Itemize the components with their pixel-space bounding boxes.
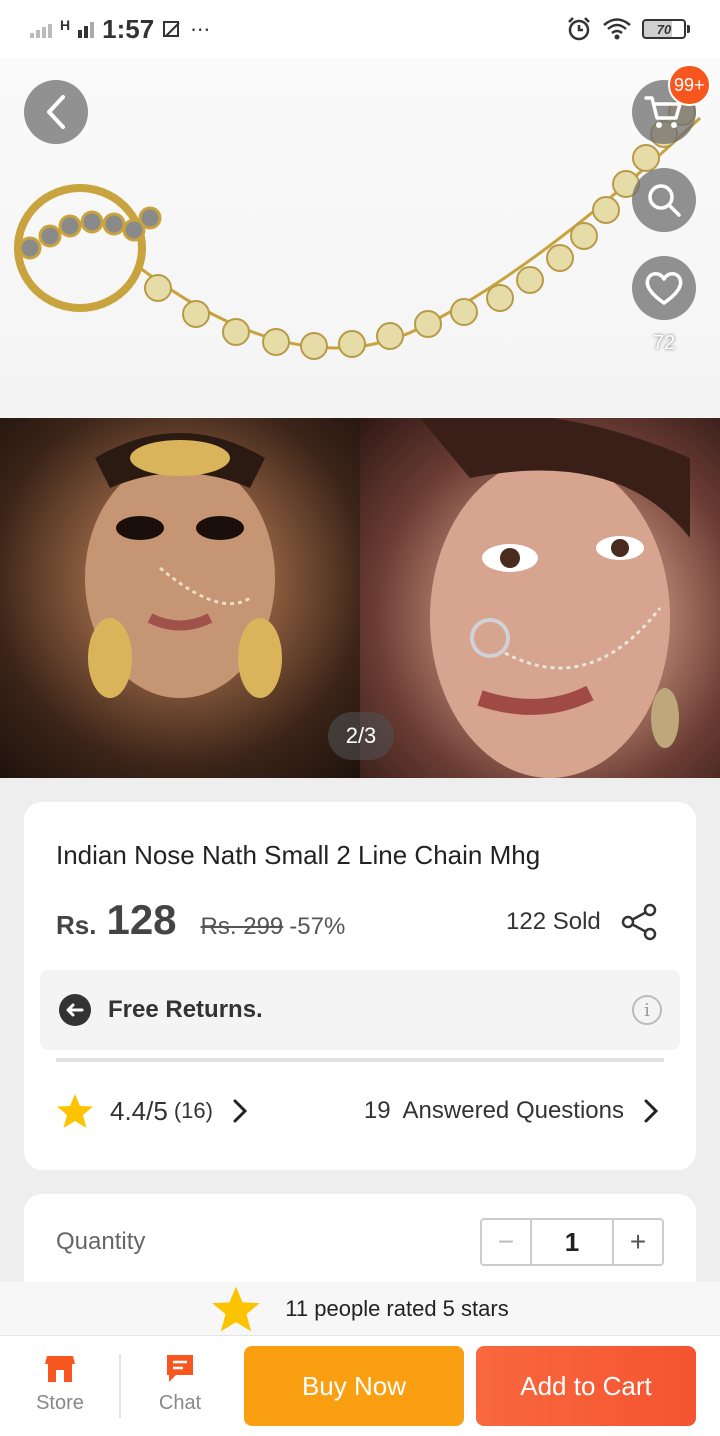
heart-icon <box>645 272 683 305</box>
share-icon[interactable] <box>620 902 660 942</box>
original-price: Rs. 299 <box>200 913 284 940</box>
discount-percent: -57% <box>289 913 346 940</box>
nose-chain-illustration <box>14 98 702 360</box>
product-gallery[interactable]: 2/3 <box>0 58 720 778</box>
quantity-stepper: − 1 + <box>480 1218 664 1266</box>
decrease-quantity-button[interactable]: − <box>482 1220 530 1264</box>
quantity-value[interactable]: 1 <box>530 1220 614 1264</box>
questions-count: 19 <box>363 1097 391 1124</box>
chevron-left-icon <box>47 95 65 129</box>
wishlist-count: 72 <box>652 332 676 354</box>
status-left: H 1:57 ⋯ <box>30 14 210 45</box>
product-info-card: Indian Nose Nath Small 2 Line Chain Mhg … <box>24 802 696 1170</box>
cart-count-badge: 99+ <box>668 64 711 106</box>
search-icon <box>648 184 681 217</box>
chat-label: Chat <box>158 1392 202 1414</box>
signal-icon <box>30 20 52 38</box>
star-icon <box>212 1286 260 1331</box>
free-returns-row[interactable]: Free Returns. i <box>40 970 680 1050</box>
chat-button[interactable]: Chat <box>132 1352 228 1424</box>
add-to-cart-button[interactable]: Add to Cart <box>476 1346 696 1426</box>
status-right: 70 <box>566 16 690 42</box>
bottom-action-bar: Store Chat Buy Now Add to Cart <box>0 1336 720 1436</box>
chevron-right-icon <box>644 1099 659 1123</box>
alarm-icon <box>568 17 590 41</box>
status-time: 1:57 <box>102 13 155 44</box>
return-icon <box>59 994 91 1026</box>
model-image-right <box>360 413 720 778</box>
rating-row: 4.4/5 (16) 19 Answered Questions <box>56 1086 664 1136</box>
increase-quantity-button[interactable]: + <box>614 1220 662 1264</box>
info-icon[interactable]: i <box>632 995 662 1025</box>
free-returns-label: Free Returns. <box>108 996 263 1023</box>
store-icon <box>45 1356 75 1382</box>
rating-banner-text: 11 people rated 5 stars <box>285 1295 509 1321</box>
ratings-link[interactable]: 4.4/5 (16) <box>56 1093 253 1129</box>
rating-banner: 11 people rated 5 stars <box>0 1282 720 1336</box>
model-image-left <box>0 418 360 778</box>
gallery-page-indicator: 2/3 <box>328 712 394 760</box>
questions-link[interactable]: 19 Answered Questions <box>364 1097 664 1125</box>
price-currency: Rs. <box>56 910 97 940</box>
price-value: 128 <box>106 896 177 943</box>
nav-separator <box>119 1354 121 1418</box>
questions-label: Answered Questions <box>402 1097 624 1124</box>
store-label: Store <box>36 1392 84 1414</box>
search-button[interactable] <box>632 168 696 232</box>
rating-count: (16) <box>173 1098 213 1123</box>
star-icon <box>57 1094 93 1128</box>
product-image-main <box>0 58 720 418</box>
screenshot-icon <box>163 21 180 37</box>
rating-value: 4.4/5 <box>110 1095 168 1126</box>
store-button[interactable]: Store <box>12 1352 108 1424</box>
back-button[interactable] <box>24 80 88 144</box>
status-bar: H 1:57 ⋯ 70 <box>0 0 720 58</box>
chevron-right-icon <box>233 1099 248 1123</box>
sold-count: 122 Sold <box>506 908 601 935</box>
more-notifications-icon: ⋯ <box>190 18 211 41</box>
product-title: Indian Nose Nath Small 2 Line Chain Mhg <box>56 840 541 870</box>
quantity-label: Quantity <box>56 1228 146 1255</box>
wifi-icon <box>603 18 631 40</box>
buy-now-button[interactable]: Buy Now <box>244 1346 464 1426</box>
chat-icon <box>167 1355 193 1382</box>
price-row: Rs. 128 Rs. 299 -57% <box>56 896 345 944</box>
model-right-illustration <box>420 413 690 778</box>
battery-icon: 70 <box>642 19 690 39</box>
network-type: H <box>60 17 71 33</box>
battery-level: 70 <box>642 19 686 39</box>
product-detail-page: H 1:57 ⋯ 70 2/3 99+ 72 Indian Nose Nath … <box>0 0 720 1436</box>
wishlist-button[interactable] <box>632 256 696 320</box>
signal-icon-2 <box>78 20 95 38</box>
divider <box>56 1058 664 1062</box>
model-left-illustration <box>85 433 282 698</box>
